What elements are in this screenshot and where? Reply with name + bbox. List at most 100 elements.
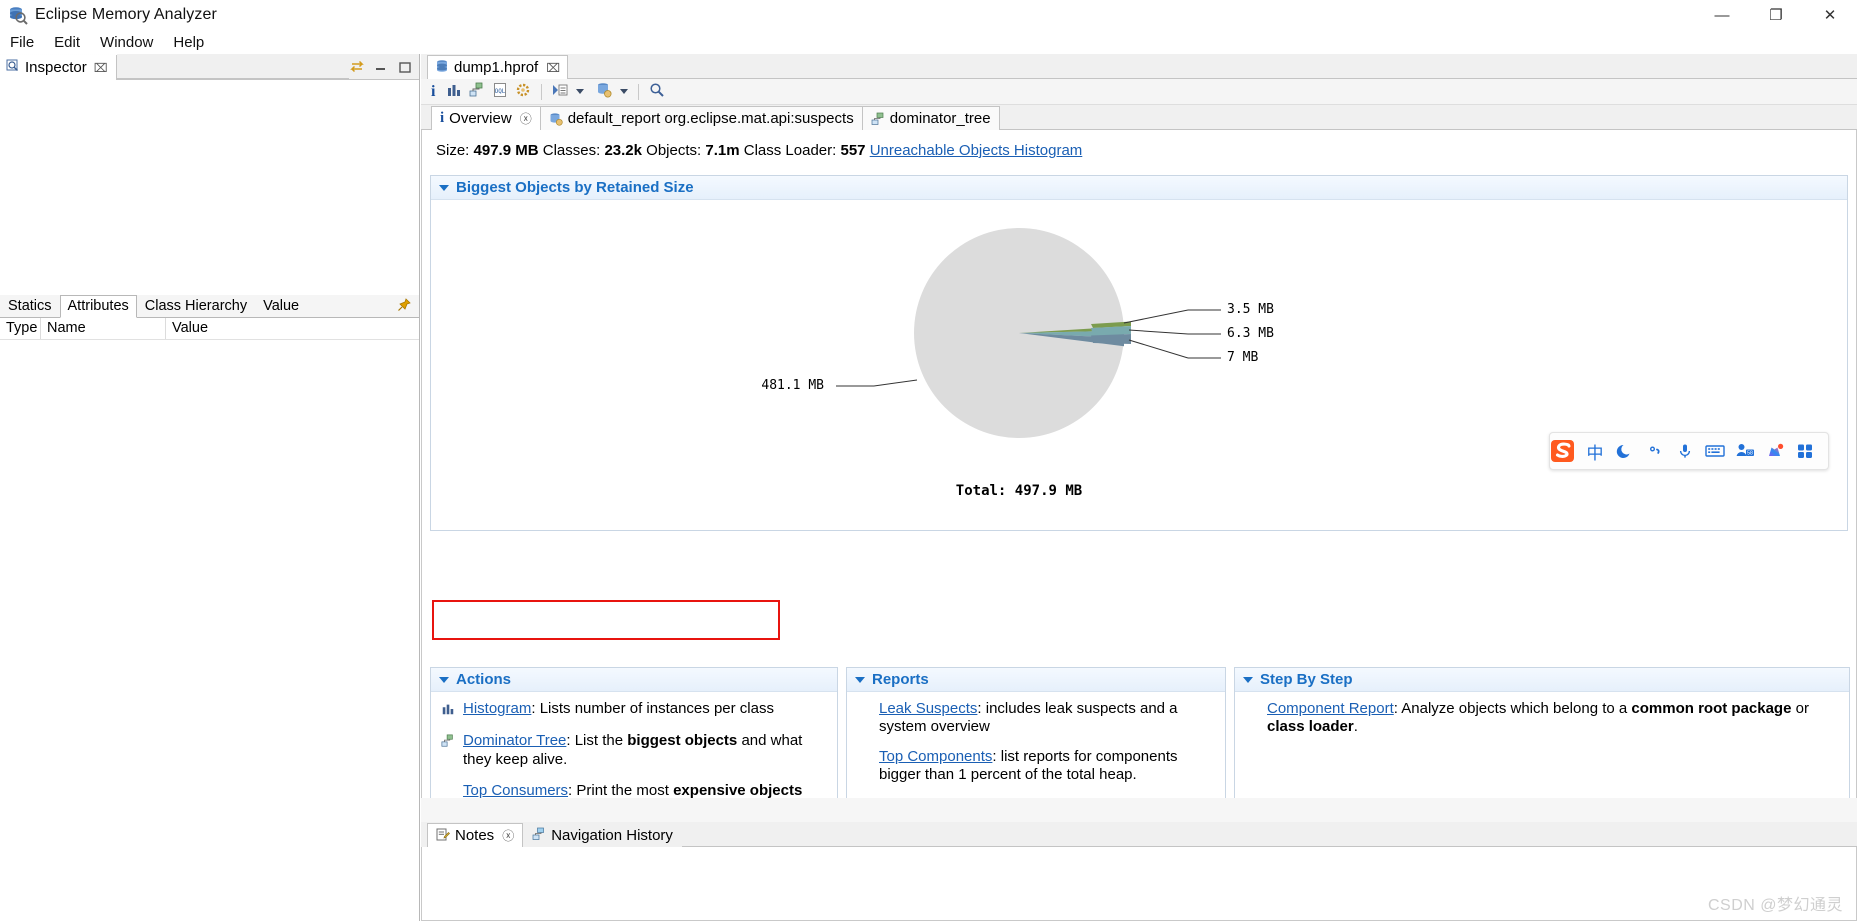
report-top-components[interactable]: Top Components: list reports for compone… <box>857 748 1215 785</box>
punctuation-icon[interactable] <box>1640 434 1670 468</box>
minimize-button[interactable]: — <box>1695 0 1749 30</box>
ime-toolbar[interactable]: 中 58 <box>1549 432 1829 470</box>
skin-icon[interactable] <box>1760 434 1790 468</box>
component-report-bold-2: class loader <box>1267 718 1354 736</box>
inner-tab-default-report[interactable]: default_report org.eclipse.mat.api:suspe… <box>539 106 863 130</box>
overview-bottom-panels: Actions Histogram: Lists number of insta… <box>430 667 1850 798</box>
dominator-tree-link[interactable]: Dominator Tree <box>463 732 566 749</box>
action-histogram[interactable]: Histogram: Lists number of instances per… <box>441 700 827 721</box>
leak-suspects-link[interactable]: Leak Suspects <box>879 700 977 717</box>
menu-help[interactable]: Help <box>163 32 214 53</box>
summary-objects-value: 7.1m <box>705 142 740 159</box>
inner-tab-overview[interactable]: i Overview ⓧ <box>431 106 541 130</box>
reports-panel: Reports Leak Suspects: includes leak sus… <box>846 667 1226 798</box>
column-header-type[interactable]: Type <box>0 318 41 339</box>
pie-chart-svg <box>836 228 1221 438</box>
inspector-detail-tabs: Statics Attributes Class Hierarchy Value <box>0 295 419 318</box>
moon-icon[interactable] <box>1610 434 1640 468</box>
step-by-step-panel-header[interactable]: Step By Step <box>1235 668 1849 692</box>
pin-icon[interactable] <box>397 298 411 312</box>
unreachable-objects-histogram-link[interactable]: Unreachable Objects Histogram <box>870 142 1083 159</box>
tab-navigation-history[interactable]: Navigation History <box>523 823 682 847</box>
link-with-selection-icon[interactable] <box>349 59 365 75</box>
triangle-down-icon[interactable] <box>855 676 865 683</box>
svg-text:58: 58 <box>1747 451 1753 457</box>
open-query-browser-icon[interactable] <box>596 82 612 102</box>
inspector-tab-class-hierarchy[interactable]: Class Hierarchy <box>137 295 255 317</box>
info-icon: i <box>440 110 445 126</box>
inspector-tab-statics[interactable]: Statics <box>0 295 60 317</box>
run-expert-system-dropdown-icon[interactable] <box>576 89 585 94</box>
minimize-view-icon[interactable] <box>373 59 389 75</box>
tab-inspector[interactable]: Inspector ⌧ <box>0 55 117 80</box>
menu-edit[interactable]: Edit <box>44 32 90 53</box>
biggest-objects-header[interactable]: Biggest Objects by Retained Size <box>431 176 1847 200</box>
step-component-report[interactable]: Component Report: Analyze objects which … <box>1245 700 1839 737</box>
close-icon[interactable]: ⓧ <box>502 827 514 844</box>
tree-icon <box>871 112 885 126</box>
component-report-link[interactable]: Component Report <box>1267 700 1394 717</box>
column-header-value[interactable]: Value <box>166 318 419 339</box>
close-icon[interactable]: ⌧ <box>546 61 560 75</box>
summary-classloader-label: Class Loader: <box>743 142 837 159</box>
triangle-down-icon[interactable] <box>1243 676 1253 683</box>
summary-classes-value: 23.2k <box>604 142 642 159</box>
inner-tab-dominator-tree[interactable]: dominator_tree <box>861 106 1000 130</box>
sogou-logo-icon[interactable] <box>1546 434 1580 468</box>
toolbox-icon[interactable] <box>1790 434 1820 468</box>
chinese-mode-icon[interactable]: 中 <box>1580 434 1610 468</box>
reports-panel-body: Leak Suspects: includes leak suspects an… <box>847 692 1225 798</box>
user-account-icon[interactable]: 58 <box>1730 434 1760 468</box>
toolbar-separator <box>541 83 543 100</box>
histogram-icon <box>441 702 457 721</box>
notes-editor-body[interactable] <box>421 847 1857 921</box>
column-header-name[interactable]: Name <box>41 318 166 339</box>
notes-icon <box>436 827 450 845</box>
action-top-consumers-text: Top Consumers: Print the most expensive … <box>463 782 827 798</box>
inspector-tab-value[interactable]: Value <box>255 295 307 317</box>
open-query-browser-dropdown-icon[interactable] <box>620 89 629 94</box>
reports-panel-title: Reports <box>872 671 929 688</box>
top-consumers-desc-bold: expensive objects <box>673 781 803 798</box>
histogram-link[interactable]: Histogram <box>463 700 531 717</box>
run-expert-system-test-icon[interactable] <box>552 82 568 102</box>
summary-classes-label: Classes: <box>542 142 601 159</box>
dominator-tree-icon <box>441 734 457 753</box>
reports-panel-header[interactable]: Reports <box>847 668 1225 692</box>
soft-keyboard-icon[interactable] <box>1700 434 1730 468</box>
histogram-icon[interactable] <box>446 82 462 102</box>
summary-size-label: Size: <box>436 142 470 159</box>
editor-toolbar: i OQL <box>421 79 1857 105</box>
summary-objects-label: Objects: <box>646 142 702 159</box>
menu-window[interactable]: Window <box>90 32 163 53</box>
close-icon[interactable]: ⌧ <box>94 61 108 75</box>
dominator-tree-icon[interactable] <box>469 82 485 102</box>
overview-info-icon[interactable]: i <box>427 83 439 101</box>
report-top-components-text: Top Components: list reports for compone… <box>879 748 1215 785</box>
maximize-view-icon[interactable] <box>397 59 413 75</box>
tab-notes[interactable]: Notes ⓧ <box>427 823 524 847</box>
triangle-down-icon[interactable] <box>439 676 449 683</box>
action-top-consumers[interactable]: Top Consumers: Print the most expensive … <box>441 782 827 798</box>
find-icon[interactable] <box>649 82 665 102</box>
close-button[interactable]: ✕ <box>1803 0 1857 30</box>
dominator-tree-desc-bold: biggest objects <box>627 732 738 750</box>
report-leak-suspects[interactable]: Leak Suspects: includes leak suspects an… <box>857 700 1215 737</box>
editor-tab-label: dump1.hprof <box>454 59 539 76</box>
menu-file[interactable]: File <box>0 32 44 53</box>
calculate-retained-size-icon[interactable] <box>515 82 531 102</box>
close-icon[interactable]: ⓧ <box>520 110 532 127</box>
top-consumers-link[interactable]: Top Consumers <box>463 782 568 798</box>
triangle-down-icon[interactable] <box>439 184 449 191</box>
actions-panel-header[interactable]: Actions <box>431 668 837 692</box>
dominator-tree-desc-1: : List the <box>566 732 628 750</box>
maximize-button[interactable]: ❐ <box>1749 0 1803 30</box>
action-dominator-tree[interactable]: Dominator Tree: List the biggest objects… <box>441 732 827 769</box>
voice-input-icon[interactable] <box>1670 434 1700 468</box>
pie-label-slice-2: 3.5 MB <box>1227 302 1274 317</box>
top-components-link[interactable]: Top Components <box>879 748 992 765</box>
pie-label-slice-3: 6.3 MB <box>1227 326 1274 341</box>
oql-icon[interactable]: OQL <box>492 82 508 102</box>
inspector-tab-attributes[interactable]: Attributes <box>59 295 137 318</box>
editor-tab-dump1[interactable]: dump1.hprof ⌧ <box>427 55 569 79</box>
